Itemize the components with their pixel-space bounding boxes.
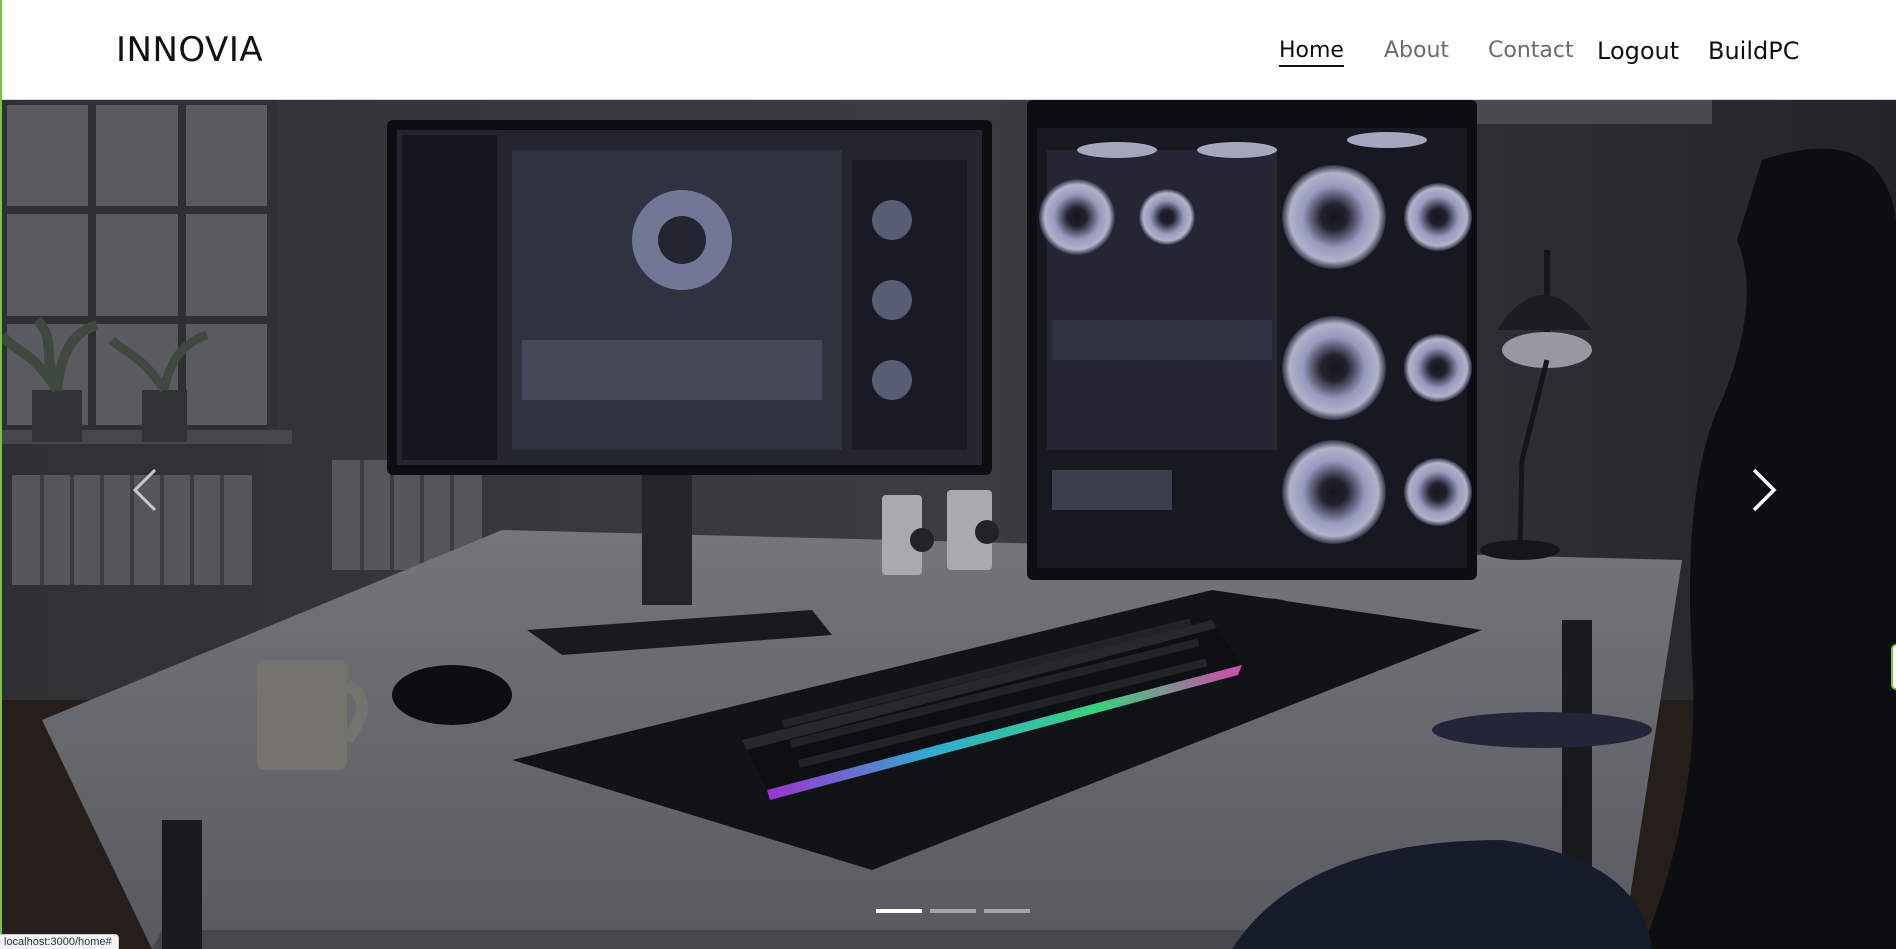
carousel-indicator-1[interactable]	[876, 909, 922, 913]
side-feedback-tab[interactable]	[1891, 644, 1896, 690]
left-accent-bar	[0, 0, 2, 949]
page: INNOVIA Home About Contact Logout BuildP…	[0, 0, 1896, 949]
chevron-right-icon	[1752, 468, 1777, 512]
hero-carousel	[2, 100, 1896, 949]
nav-buildpc-link[interactable]: BuildPC	[1708, 37, 1799, 65]
carousel-next-button[interactable]	[1732, 450, 1792, 530]
nav-logout-link[interactable]: Logout	[1597, 37, 1679, 65]
carousel-indicators	[876, 909, 1030, 913]
carousel-indicator-2[interactable]	[930, 909, 976, 913]
nav-home-link[interactable]: Home	[1279, 38, 1344, 67]
carousel-indicator-3[interactable]	[984, 909, 1030, 913]
brand-logo[interactable]: INNOVIA	[116, 30, 263, 70]
navbar: INNOVIA Home About Contact Logout BuildP…	[0, 0, 1896, 100]
status-bar-url: localhost:3000/home#	[0, 934, 119, 949]
carousel-prev-button[interactable]	[117, 450, 177, 530]
nav-contact-link[interactable]: Contact	[1488, 38, 1574, 63]
chevron-left-icon	[132, 468, 157, 512]
hero-dim-overlay	[2, 100, 1896, 949]
nav-about-link[interactable]: About	[1384, 38, 1449, 63]
